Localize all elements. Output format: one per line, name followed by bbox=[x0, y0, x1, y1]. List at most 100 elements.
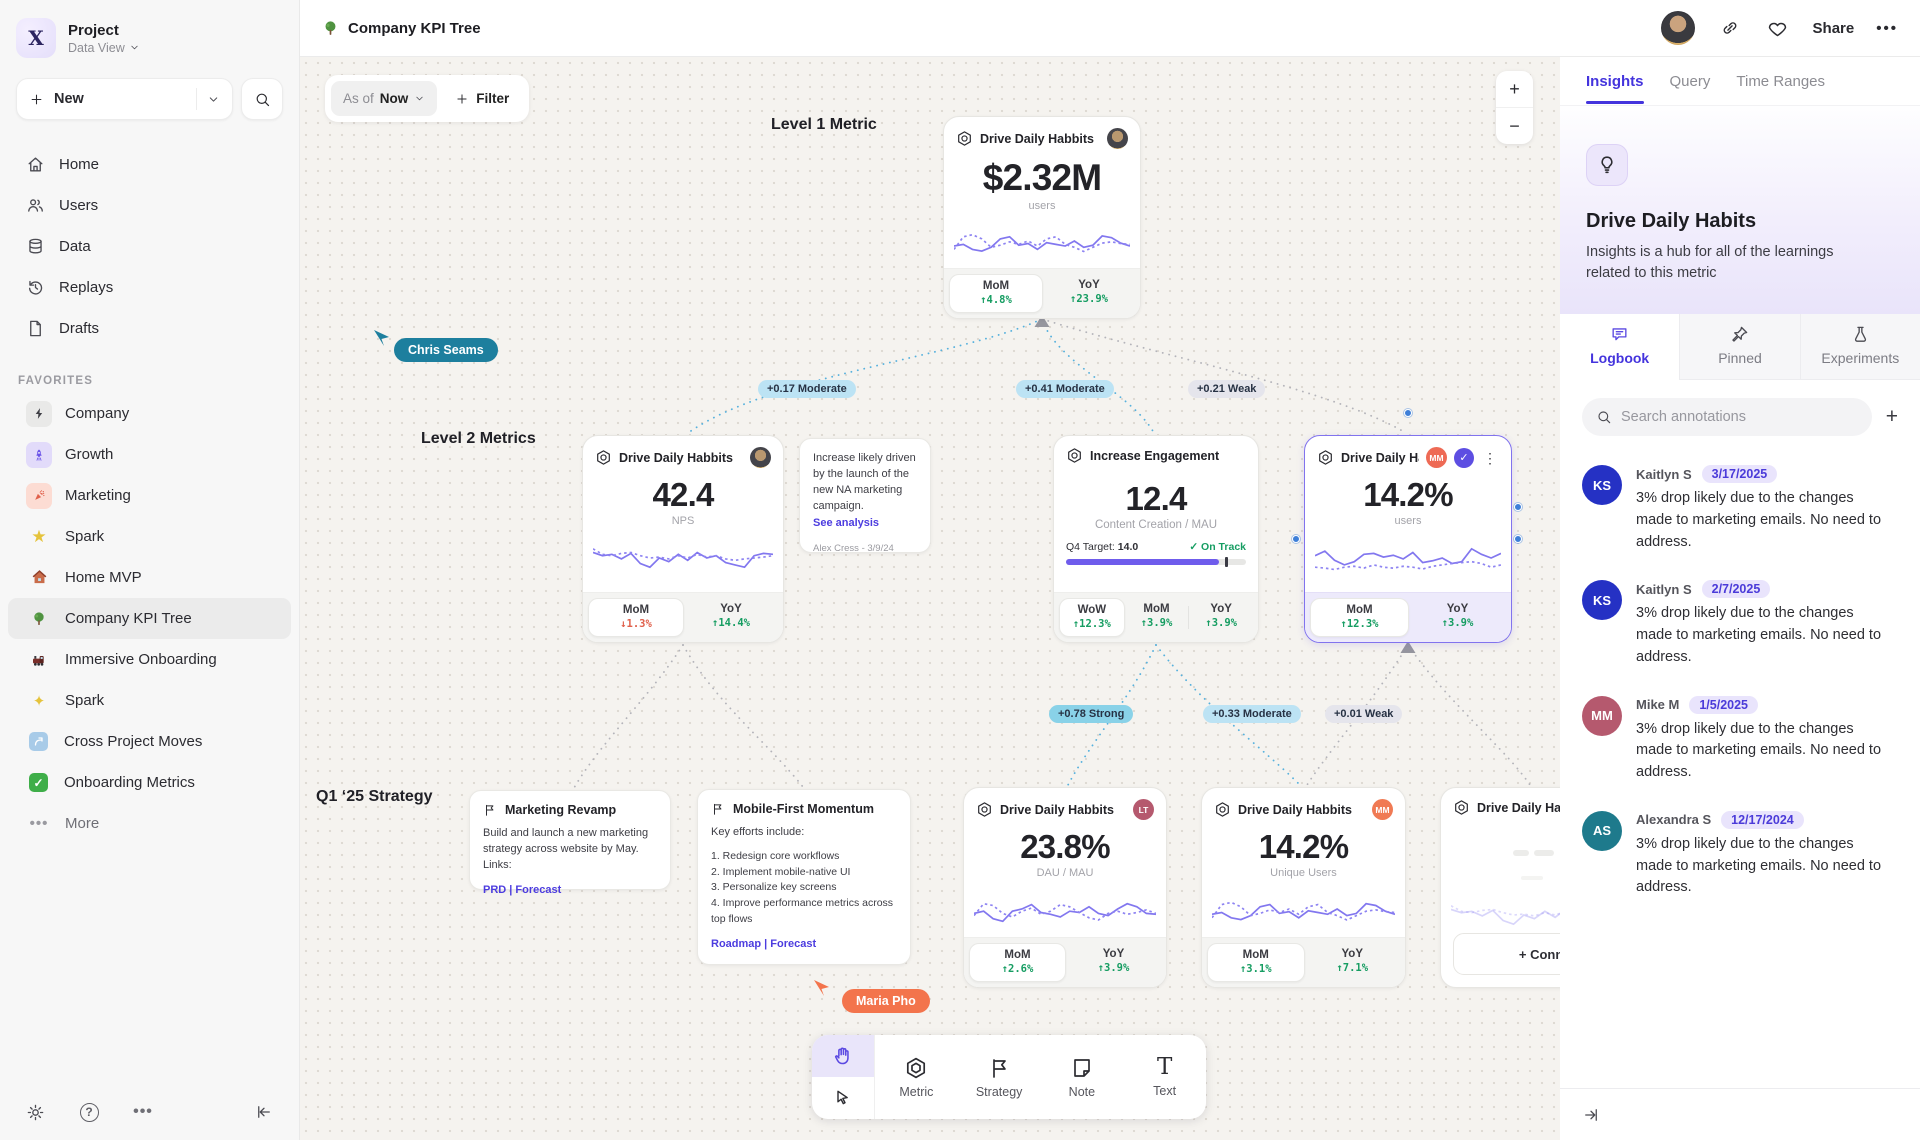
search-annotations-input[interactable]: Search annotations bbox=[1582, 398, 1872, 436]
zoom-in-button[interactable]: + bbox=[1496, 71, 1533, 107]
stat-label: MoM bbox=[950, 280, 1042, 292]
sidebar-item-company-kpi-tree[interactable]: Company KPI Tree bbox=[8, 598, 291, 639]
owner-initials-badge[interactable]: MM bbox=[1372, 799, 1393, 820]
subtab-logbook[interactable]: Logbook bbox=[1560, 314, 1679, 380]
add-annotation-button[interactable]: + bbox=[1886, 405, 1898, 429]
more-options-button[interactable]: ••• bbox=[130, 1099, 156, 1125]
search-button[interactable] bbox=[241, 78, 283, 120]
sidebar-item-home[interactable]: Home bbox=[0, 144, 299, 185]
metric-card-title: Drive Daily Habbits bbox=[1238, 803, 1365, 817]
selection-handle[interactable] bbox=[1292, 535, 1300, 543]
owner-initials-badge[interactable]: LT bbox=[1133, 799, 1154, 820]
annotation-item[interactable]: AS Alexandra S 12/17/2024 3% drop likely… bbox=[1560, 811, 1920, 899]
chevron-down-icon[interactable] bbox=[207, 93, 220, 106]
selection-handle[interactable] bbox=[1514, 535, 1522, 543]
as-of-selector[interactable]: As of Now bbox=[331, 81, 437, 116]
settings-button[interactable] bbox=[22, 1099, 48, 1125]
sidebar-item-cross-project-moves[interactable]: Cross Project Moves bbox=[8, 721, 291, 762]
metric-card-unique-users[interactable]: Drive Daily Habbits MM 14.2% Unique User… bbox=[1201, 787, 1406, 988]
mom-stat[interactable]: MoM ↑3.9% bbox=[1125, 598, 1189, 637]
favorite-heart-button[interactable] bbox=[1765, 15, 1791, 41]
metric-card-partial[interactable]: Drive Daily Hab + Connect bbox=[1440, 787, 1560, 988]
metric-card-dau-mau[interactable]: Drive Daily Habbits LT 23.8% DAU / MAU M… bbox=[963, 787, 1167, 988]
subtab-pinned[interactable]: Pinned bbox=[1679, 314, 1799, 380]
more-menu-button[interactable]: ••• bbox=[1876, 20, 1898, 37]
zoom-out-button[interactable]: − bbox=[1496, 108, 1533, 144]
metric-card-nps[interactable]: Drive Daily Habbits 42.4 NPS MoM ↓1.3% Y… bbox=[582, 435, 784, 643]
sidebar-item-more[interactable]: ••• More bbox=[8, 803, 291, 844]
connect-button[interactable]: + Connect bbox=[1453, 933, 1560, 975]
strategy-links[interactable]: Roadmap | Forecast bbox=[711, 938, 897, 950]
yoy-stat[interactable]: YoY ↑14.4% bbox=[684, 598, 778, 637]
yoy-stat[interactable]: YoY ↑23.9% bbox=[1043, 274, 1135, 313]
sidebar-item-replays[interactable]: Replays bbox=[0, 267, 299, 308]
kebab-menu-button[interactable]: ⋮ bbox=[1481, 451, 1499, 465]
strategy-card-mobile-first[interactable]: Mobile-First Momentum Key efforts includ… bbox=[697, 789, 911, 965]
mom-stat[interactable]: MoM ↑4.8% bbox=[949, 274, 1043, 313]
tab-query[interactable]: Query bbox=[1670, 59, 1711, 104]
yoy-stat[interactable]: YoY ↑3.9% bbox=[1189, 598, 1253, 637]
pin-icon bbox=[1730, 325, 1749, 344]
sidebar-item-spark-2[interactable]: ✦ Spark bbox=[8, 680, 291, 721]
analysis-note-card[interactable]: Increase likely driven by the launch of … bbox=[799, 438, 931, 553]
project-switcher[interactable]: X Project Data View bbox=[0, 0, 299, 68]
annotation-item[interactable]: KS Kaitlyn S 3/17/2025 3% drop likely du… bbox=[1560, 465, 1920, 553]
yoy-stat[interactable]: YoY ↑7.1% bbox=[1305, 943, 1401, 982]
subtab-experiments[interactable]: Experiments bbox=[1800, 314, 1920, 380]
collapse-panel-button[interactable] bbox=[1578, 1102, 1604, 1128]
annotation-item[interactable]: KS Kaitlyn S 2/7/2025 3% drop likely due… bbox=[1560, 580, 1920, 668]
pan-tool-button[interactable] bbox=[812, 1035, 874, 1077]
replay-icon bbox=[26, 278, 45, 297]
mom-stat[interactable]: MoM ↓1.3% bbox=[588, 598, 684, 637]
filter-button[interactable]: Filter bbox=[441, 91, 523, 106]
select-tool-button[interactable] bbox=[812, 1077, 874, 1119]
help-button[interactable]: ? bbox=[76, 1099, 102, 1125]
project-view-selector[interactable]: Data View bbox=[68, 41, 140, 55]
new-button[interactable]: New bbox=[16, 78, 233, 120]
mom-stat[interactable]: MoM ↑3.1% bbox=[1207, 943, 1305, 982]
collapse-sidebar-button[interactable] bbox=[251, 1099, 277, 1125]
mom-stat[interactable]: MoM ↑12.3% bbox=[1310, 598, 1409, 637]
strategy-card-marketing-revamp[interactable]: Marketing Revamp Build and launch a new … bbox=[469, 790, 671, 890]
share-button[interactable]: Share bbox=[1813, 20, 1855, 37]
metric-tool-button[interactable]: Metric bbox=[875, 1035, 958, 1119]
document-title: Company KPI Tree bbox=[322, 20, 481, 37]
sidebar-item-users[interactable]: Users bbox=[0, 185, 299, 226]
metric-card-drive-daily-habits-l1[interactable]: Drive Daily Habbits $2.32M users MoM ↑4.… bbox=[943, 116, 1141, 319]
selection-handle[interactable] bbox=[1404, 409, 1412, 417]
selection-handle[interactable] bbox=[1514, 503, 1522, 511]
yoy-stat[interactable]: YoY ↑3.9% bbox=[1066, 943, 1161, 982]
owner-avatar[interactable] bbox=[750, 447, 771, 468]
wow-stat[interactable]: WoW ↑12.3% bbox=[1059, 598, 1125, 637]
strategy-links[interactable]: PRD | Forecast bbox=[483, 884, 657, 896]
sidebar-item-growth[interactable]: Growth bbox=[8, 434, 291, 475]
annotation-author: Mike M bbox=[1636, 697, 1679, 712]
user-avatar[interactable] bbox=[1661, 11, 1695, 45]
metric-value: 12.4 bbox=[1054, 480, 1258, 518]
kpi-tree-canvas[interactable]: As of Now Filter + − Level 1 Me bbox=[300, 57, 1560, 1140]
sidebar-item-marketing[interactable]: Marketing bbox=[8, 475, 291, 516]
metric-card-selected[interactable]: Drive Daily Habb.. MM ✓ ⋮ 14.2% users Mo… bbox=[1304, 435, 1512, 643]
tab-time-ranges[interactable]: Time Ranges bbox=[1736, 59, 1825, 104]
owner-initials-badge[interactable]: MM bbox=[1426, 447, 1447, 468]
copy-link-button[interactable] bbox=[1717, 15, 1743, 41]
annotation-author: Kaitlyn S bbox=[1636, 467, 1692, 482]
nav-label: Users bbox=[59, 197, 98, 214]
yoy-stat[interactable]: YoY ↑3.9% bbox=[1409, 598, 1506, 637]
tab-insights[interactable]: Insights bbox=[1586, 59, 1644, 104]
sidebar-item-immersive-onboarding[interactable]: Immersive Onboarding bbox=[8, 639, 291, 680]
sidebar-item-onboarding-metrics[interactable]: ✓ Onboarding Metrics bbox=[8, 762, 291, 803]
mom-stat[interactable]: MoM ↑2.6% bbox=[969, 943, 1066, 982]
text-tool-button[interactable]: T Text bbox=[1123, 1035, 1206, 1119]
metric-card-increase-engagement[interactable]: Increase Engagement 12.4 Content Creatio… bbox=[1053, 435, 1259, 643]
sidebar-item-home-mvp[interactable]: Home MVP bbox=[8, 557, 291, 598]
strategy-tool-button[interactable]: Strategy bbox=[958, 1035, 1041, 1119]
owner-avatar[interactable] bbox=[1107, 128, 1128, 149]
note-tool-button[interactable]: Note bbox=[1041, 1035, 1124, 1119]
sidebar-item-company[interactable]: Company bbox=[8, 393, 291, 434]
annotation-item[interactable]: MM Mike M 1/5/2025 3% drop likely due to… bbox=[1560, 696, 1920, 784]
sidebar-item-data[interactable]: Data bbox=[0, 226, 299, 267]
see-analysis-link[interactable]: See analysis bbox=[813, 517, 917, 529]
sidebar-item-spark[interactable]: ★ Spark bbox=[8, 516, 291, 557]
sidebar-item-drafts[interactable]: Drafts bbox=[0, 308, 299, 349]
